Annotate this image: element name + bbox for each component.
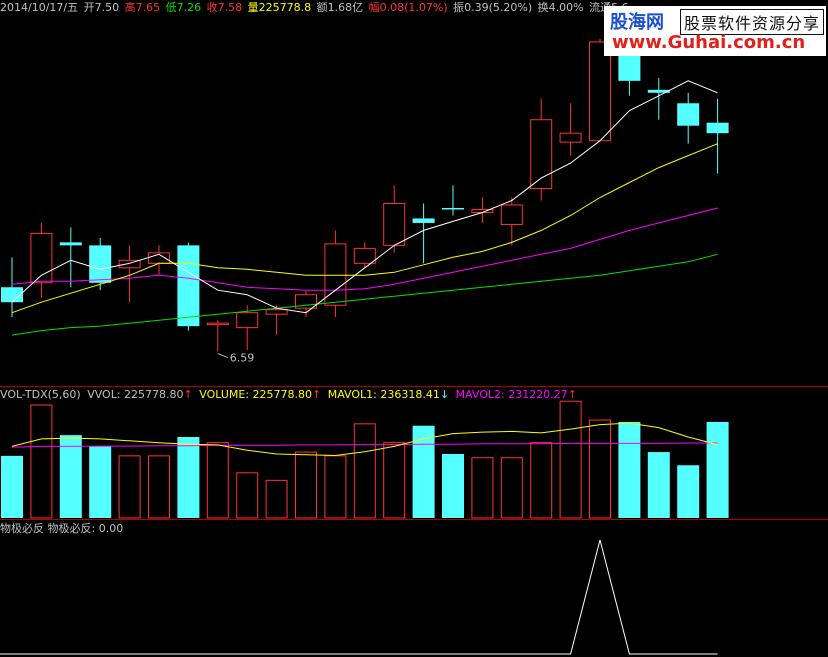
volume-bar-down — [1, 455, 23, 518]
header-amplitude: 振0.39(5.20%) — [453, 1, 533, 14]
logo-brand: 股海网 — [610, 12, 664, 33]
candle-body-up — [589, 41, 611, 142]
volume-bar-down — [442, 453, 464, 518]
candle-body-up — [500, 204, 523, 225]
candle-body-up — [559, 132, 582, 143]
header-open: 开7.50 — [83, 1, 120, 14]
volume-header: VOL-TDX(5,60) VVOL: 225778.80↑ VOLUME: 2… — [0, 387, 580, 403]
volume-value: VOLUME: 225778.80 — [199, 388, 312, 401]
candle-body-up — [265, 309, 288, 315]
header-date: 2014/10/17/五 — [0, 1, 79, 14]
ma10-line — [11, 143, 718, 314]
volume-bar-down — [647, 452, 670, 518]
indicator-line — [0, 539, 718, 655]
volume-bar-up — [118, 455, 141, 519]
candle-body-down — [177, 245, 200, 327]
logo-url: www.Guhai.com.cn — [612, 32, 806, 53]
header-low: 低7.26 — [165, 1, 202, 14]
guhai-logo: 股海网 股票软件资源分享 www.Guhai.com.cn — [604, 6, 826, 56]
candle-body-up — [206, 322, 229, 326]
volume-bar-up — [30, 404, 53, 519]
volume-bar-up — [236, 472, 259, 519]
volume-bar-down — [177, 437, 200, 518]
volume-bar-up — [206, 442, 229, 519]
volume-bar-up — [324, 455, 347, 519]
candle-body-up — [236, 312, 259, 329]
volume-bar-down — [618, 421, 641, 518]
header-amount: 额1.68亿 — [316, 1, 364, 14]
low-annotation-pointer — [217, 353, 228, 359]
header-turnover: 换4.00% — [537, 1, 584, 14]
low-annotation-label: 6.59 — [230, 352, 255, 365]
volume-bar-up — [500, 457, 523, 519]
volume-up-arrow: ↑ — [312, 388, 322, 401]
header-change: 幅0.08(1.07%) — [368, 1, 448, 14]
volume-bar-up — [148, 455, 170, 519]
mavol1-down-arrow: ↓ — [439, 388, 450, 401]
volume-bar-down — [706, 421, 729, 518]
candle-body-down — [442, 207, 464, 210]
header-close: 收7.58 — [206, 1, 243, 14]
volume-bar-down — [59, 435, 82, 518]
candle-body-down — [59, 242, 82, 246]
vol-indicator-name: VOL-TDX(5,60) — [0, 388, 81, 401]
volume-bar-up — [295, 451, 317, 519]
volume-bar-up — [559, 400, 582, 519]
mavol2-value: MAVOL2: 231220.27 — [455, 388, 568, 401]
mavol1-value: MAVOL1: 236318.41 — [327, 388, 440, 401]
mavol2-up-arrow: ↑ — [567, 388, 577, 401]
vvol-up-arrow: ↑ — [183, 388, 193, 401]
candle-body-down — [677, 103, 700, 126]
price-header: 2014/10/17/五 开7.50 高7.65 低7.26 收7.58 量22… — [0, 0, 631, 16]
ma5-line — [11, 80, 718, 314]
candle-body-up — [383, 202, 406, 246]
vvol-value: VVOL: 225778.80 — [87, 388, 184, 401]
volume-bar-up — [353, 423, 376, 519]
volume-bar-up — [265, 479, 288, 519]
volume-bar-down — [89, 446, 112, 518]
volume-bar-up — [530, 442, 553, 519]
volume-bar-down — [677, 465, 700, 518]
candle-body-down — [89, 245, 112, 283]
volume-bar-up — [383, 442, 406, 519]
volume-bar-up — [589, 419, 611, 519]
header-high: 高7.65 — [124, 1, 161, 14]
candle-body-up — [353, 247, 376, 264]
volume-bar-up — [471, 457, 494, 519]
kline-chart: 6.59 — [0, 38, 828, 655]
candle-body-down — [706, 122, 729, 134]
indicator-header: 物极必反 物极必反: 0.00 — [0, 522, 124, 535]
candle-body-down — [412, 218, 435, 223]
header-volume: 量225778.8 — [247, 1, 312, 14]
volume-bar-down — [412, 425, 435, 518]
